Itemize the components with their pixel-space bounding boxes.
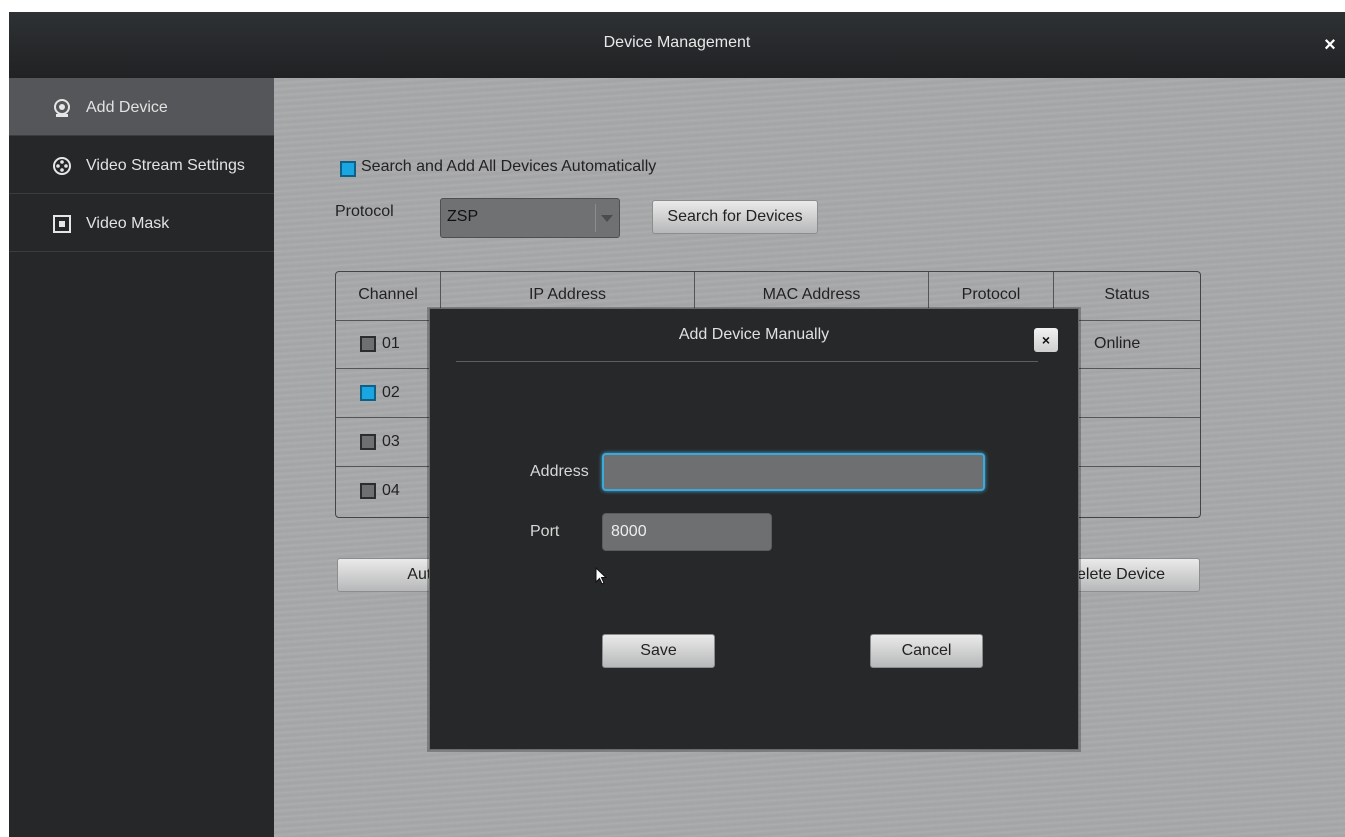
window-close-button[interactable]: × (1315, 30, 1345, 60)
chevron-down-icon[interactable] (601, 215, 613, 222)
square-mask-icon (53, 215, 71, 233)
auto-search-label: Search and Add All Devices Automatically (361, 158, 657, 175)
channel-cell: 01 (382, 335, 400, 352)
row-checkbox[interactable] (360, 483, 376, 499)
address-label: Address (530, 463, 589, 480)
sidebar-item-add-device[interactable]: Add Device (9, 78, 274, 136)
dialog-divider (456, 361, 1038, 362)
sidebar-item-video-stream-settings[interactable]: Video Stream Settings (9, 136, 274, 194)
sidebar-item-label: Video Mask (86, 215, 170, 232)
sidebar-item-video-mask[interactable]: Video Mask (9, 194, 274, 252)
search-devices-button[interactable]: Search for Devices (652, 200, 818, 234)
device-management-window: Device Management × Add Device Video Str… (9, 12, 1345, 837)
address-input[interactable] (602, 453, 985, 491)
film-reel-icon (53, 157, 71, 175)
row-checkbox[interactable] (360, 336, 376, 352)
port-input[interactable]: 8000 (602, 513, 772, 551)
dialog-title: Add Device Manually (678, 326, 830, 343)
sidebar-item-label: Video Stream Settings (86, 157, 245, 174)
channel-cell: 03 (382, 433, 400, 450)
protocol-label: Protocol (335, 203, 394, 220)
delete-device-button[interactable]: elete Device (1072, 558, 1200, 592)
sidebar: Add Device Video Stream Settings Video M… (9, 78, 274, 837)
protocol-select[interactable]: ZSP (440, 198, 620, 238)
channel-cell: 02 (382, 384, 400, 401)
add-device-manually-dialog: Add Device Manually × Address Port 8000 … (429, 308, 1079, 750)
sidebar-item-label: Add Device (86, 99, 168, 116)
webcam-icon (54, 99, 70, 117)
channel-cell: 04 (382, 482, 400, 499)
status-cell: Online (1094, 335, 1141, 352)
column-header: Channel (358, 286, 418, 303)
dialog-close-button[interactable]: × (1034, 328, 1058, 352)
protocol-value: ZSP (447, 208, 479, 225)
save-button[interactable]: Save (602, 634, 715, 668)
window-title: Device Management (603, 34, 751, 51)
select-divider (595, 204, 596, 232)
auto-search-checkbox[interactable] (340, 161, 356, 177)
row-checkbox[interactable] (360, 385, 376, 401)
cancel-button[interactable]: Cancel (870, 634, 983, 668)
row-checkbox[interactable] (360, 434, 376, 450)
title-bar: Device Management × (9, 12, 1345, 78)
mouse-pointer-icon (595, 567, 607, 585)
port-label: Port (530, 523, 560, 540)
